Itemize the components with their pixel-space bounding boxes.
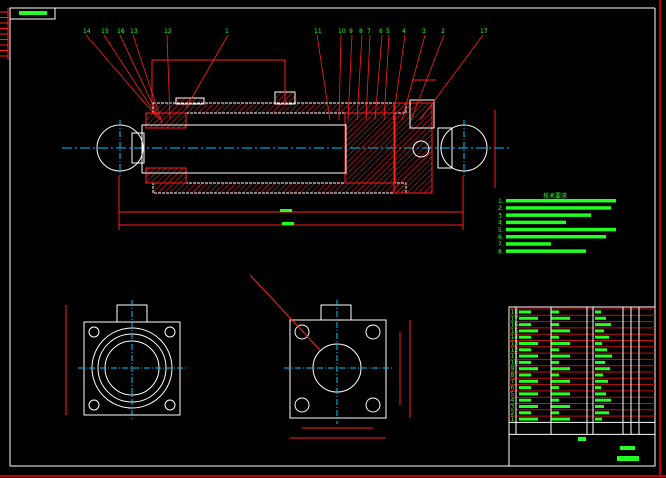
assembly-drawing: 14 15 16 13 12 1 11 10 9 8 7 6 5 4 3 2 17 技术要求 1.2.3.4.5… xyxy=(0,0,666,478)
part-balloon: 12 xyxy=(164,28,172,35)
part-balloon: 17 xyxy=(480,28,488,35)
note-text-mark xyxy=(506,242,551,246)
piston xyxy=(344,112,396,184)
part-balloon: 14 xyxy=(83,28,91,35)
leader-line xyxy=(132,34,163,124)
note-text-mark xyxy=(506,213,591,217)
notes-heading: 技术要求 xyxy=(543,192,567,200)
leader-line xyxy=(85,34,156,116)
barrel-bottom-wall xyxy=(152,182,407,194)
end-view-left xyxy=(65,300,186,420)
part-balloon: 8 xyxy=(359,28,363,35)
piston-rod xyxy=(141,124,347,174)
part-balloon: 6 xyxy=(379,28,383,35)
part-balloon: 4 xyxy=(402,28,406,35)
cad-drawing-canvas[interactable]: { "colors": {"background": "#000000", "o… xyxy=(0,0,666,478)
note-text-mark xyxy=(506,206,611,210)
note-item: 6. xyxy=(498,234,504,241)
leader-line xyxy=(185,34,229,109)
note-item: 1. xyxy=(498,198,504,205)
note-item: 2. xyxy=(498,205,504,212)
leader-line xyxy=(103,34,159,119)
note-item: 4. xyxy=(498,220,504,227)
leader-line xyxy=(119,34,161,121)
note-text-mark xyxy=(506,235,606,239)
part-balloon: 7 xyxy=(367,28,371,35)
note-item: 7. xyxy=(498,241,504,248)
gland xyxy=(145,112,187,129)
note-text-mark xyxy=(506,249,586,253)
part-balloon: 1 xyxy=(225,28,229,35)
cylinder-section-view: 14 15 16 13 12 1 11 10 9 8 7 6 5 4 3 2 17 xyxy=(62,28,512,230)
part-balloon: 16 xyxy=(117,28,125,35)
part-balloon: 9 xyxy=(349,28,353,35)
part-balloon: 11 xyxy=(314,28,322,35)
part-balloon: 2 xyxy=(441,28,445,35)
note-text-mark xyxy=(506,227,616,232)
note-item: 5. xyxy=(498,227,504,234)
end-view-right xyxy=(249,274,411,439)
part-balloon: 3 xyxy=(422,28,426,35)
leader-line xyxy=(419,34,484,121)
note-text-mark xyxy=(506,199,616,203)
title-label-text-mark xyxy=(19,11,47,15)
part-balloon: 10 xyxy=(338,28,346,35)
parts-list-title-block: 181716151413121110987654321 xyxy=(508,306,656,467)
part-balloon: 13 xyxy=(130,28,138,35)
technical-notes: 技术要求 1.2.3.4.5.6.7.8. xyxy=(498,192,616,255)
part-balloon: 5 xyxy=(386,28,390,35)
part-balloon: 15 xyxy=(101,28,109,35)
note-item: 8. xyxy=(498,248,504,255)
note-item: 3. xyxy=(498,212,504,219)
note-text-mark xyxy=(506,220,566,225)
